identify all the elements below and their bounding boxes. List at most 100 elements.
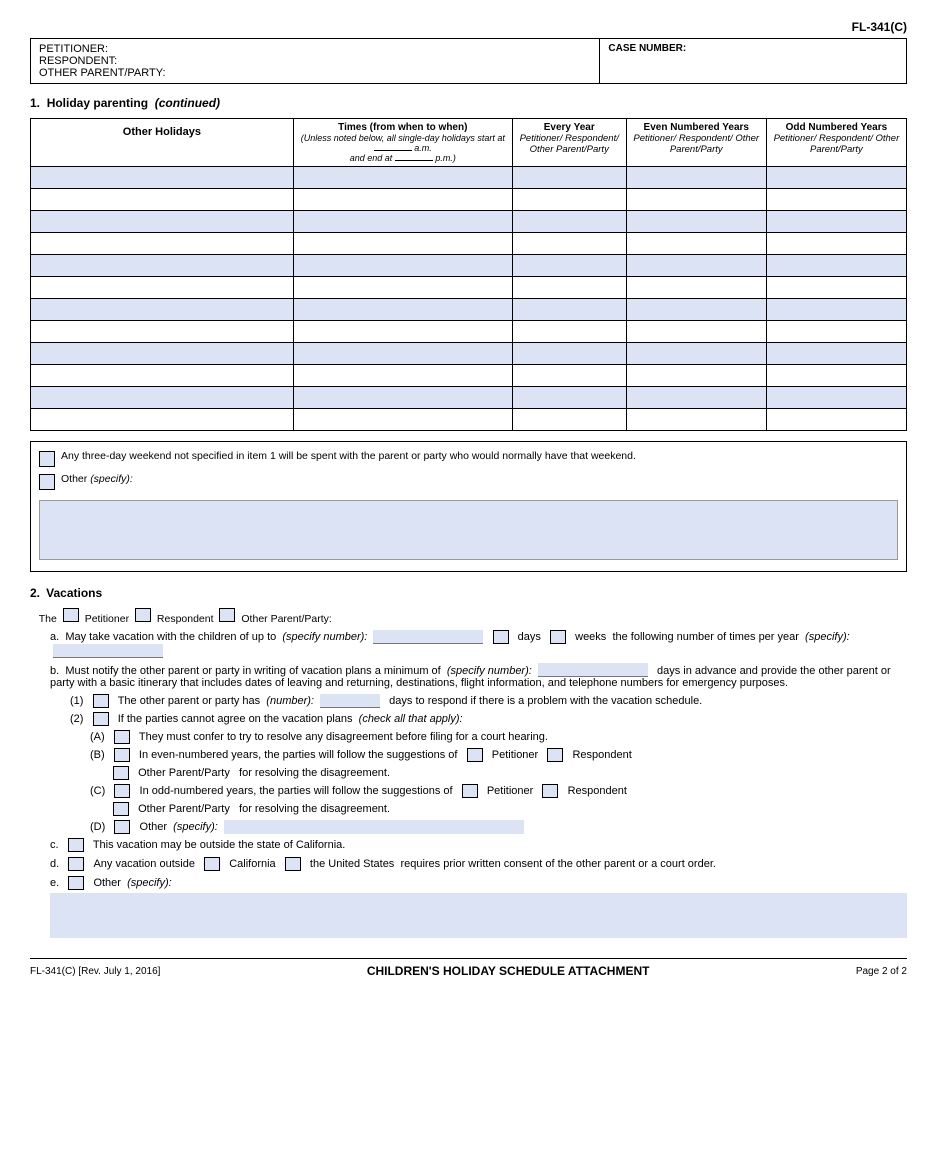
cell-row11-col3[interactable]	[626, 409, 766, 431]
cell-row5-col4[interactable]	[766, 277, 906, 299]
cell-row9-col0[interactable]	[31, 365, 294, 387]
cell-row0-col3[interactable]	[626, 167, 766, 189]
section1-title: 1. Holiday parenting (continued)	[30, 96, 907, 110]
cell-row0-col4[interactable]	[766, 167, 906, 189]
cell-row0-col0[interactable]	[31, 167, 294, 189]
cell-row11-col2[interactable]	[512, 409, 626, 431]
vac-bD-specify-field[interactable]	[224, 820, 524, 834]
section2-title: Vacations	[46, 586, 102, 600]
cell-row1-col0[interactable]	[31, 189, 294, 211]
petitioner-label: PETITIONER:	[39, 43, 591, 55]
cell-row7-col4[interactable]	[766, 321, 906, 343]
cell-row1-col3[interactable]	[626, 189, 766, 211]
cell-row4-col4[interactable]	[766, 255, 906, 277]
cell-row0-col2[interactable]	[512, 167, 626, 189]
cell-row3-col0[interactable]	[31, 233, 294, 255]
cell-row1-col2[interactable]	[512, 189, 626, 211]
cell-row5-col3[interactable]	[626, 277, 766, 299]
checkbox-bC-other[interactable]	[113, 802, 129, 816]
cell-row2-col4[interactable]	[766, 211, 906, 233]
cell-row2-col1[interactable]	[293, 211, 512, 233]
checkbox-bA[interactable]	[114, 730, 130, 744]
cell-row3-col1[interactable]	[293, 233, 512, 255]
cell-row6-col1[interactable]	[293, 299, 512, 321]
cell-row9-col3[interactable]	[626, 365, 766, 387]
checkbox-bC[interactable]	[114, 784, 130, 798]
vac-a-number-field[interactable]	[373, 630, 483, 644]
cell-row11-col1[interactable]	[293, 409, 512, 431]
vac-e-specify-field[interactable]	[50, 893, 907, 938]
cell-row7-col2[interactable]	[512, 321, 626, 343]
cell-row10-col4[interactable]	[766, 387, 906, 409]
cell-row8-col2[interactable]	[512, 343, 626, 365]
checkbox-e[interactable]	[68, 876, 84, 890]
other-specify-textarea[interactable]	[39, 500, 898, 560]
cell-row6-col2[interactable]	[512, 299, 626, 321]
checkbox-d-california[interactable]	[204, 857, 220, 871]
cell-row5-col0[interactable]	[31, 277, 294, 299]
checkbox-bD[interactable]	[114, 820, 130, 834]
checkbox-petitioner[interactable]	[63, 608, 79, 622]
cell-row3-col3[interactable]	[626, 233, 766, 255]
cell-row4-col1[interactable]	[293, 255, 512, 277]
checkbox-bB-other[interactable]	[113, 766, 129, 780]
checkbox-weeks[interactable]	[550, 630, 566, 644]
cell-row7-col1[interactable]	[293, 321, 512, 343]
checkbox-d[interactable]	[68, 857, 84, 871]
checkbox-bC-respondent[interactable]	[542, 784, 558, 798]
cell-row10-col3[interactable]	[626, 387, 766, 409]
cell-row9-col4[interactable]	[766, 365, 906, 387]
cell-row1-col1[interactable]	[293, 189, 512, 211]
checkbox-other-parent[interactable]	[219, 608, 235, 622]
cell-row1-col4[interactable]	[766, 189, 906, 211]
cell-row0-col1[interactable]	[293, 167, 512, 189]
checkbox-b1[interactable]	[93, 694, 109, 708]
table-row	[31, 387, 907, 409]
checkbox-b2[interactable]	[93, 712, 109, 726]
cell-row6-col4[interactable]	[766, 299, 906, 321]
cell-row2-col3[interactable]	[626, 211, 766, 233]
vac-b1-number-field[interactable]	[320, 694, 380, 708]
cell-row3-col4[interactable]	[766, 233, 906, 255]
cell-row8-col1[interactable]	[293, 343, 512, 365]
cell-row9-col2[interactable]	[512, 365, 626, 387]
cell-row11-col0[interactable]	[31, 409, 294, 431]
cell-row8-col0[interactable]	[31, 343, 294, 365]
vac-b-number-field[interactable]	[538, 663, 648, 677]
cell-row4-col2[interactable]	[512, 255, 626, 277]
cell-row8-col3[interactable]	[626, 343, 766, 365]
cell-row2-col0[interactable]	[31, 211, 294, 233]
checkbox2[interactable]	[39, 474, 55, 490]
footer-form-rev: FL-341(C) [Rev. July 1, 2016]	[30, 966, 160, 977]
cell-row4-col0[interactable]	[31, 255, 294, 277]
vac-bA-text: They must confer to try to resolve any d…	[139, 731, 548, 743]
cell-row7-col0[interactable]	[31, 321, 294, 343]
vac-a-specify-field[interactable]	[53, 644, 163, 658]
cell-row2-col2[interactable]	[512, 211, 626, 233]
cell-row11-col4[interactable]	[766, 409, 906, 431]
checkbox-respondent[interactable]	[135, 608, 151, 622]
cell-row5-col2[interactable]	[512, 277, 626, 299]
cell-row6-col0[interactable]	[31, 299, 294, 321]
cell-row10-col2[interactable]	[512, 387, 626, 409]
cell-row7-col3[interactable]	[626, 321, 766, 343]
checkbox-bB-respondent[interactable]	[547, 748, 563, 762]
cell-row9-col1[interactable]	[293, 365, 512, 387]
cell-row5-col1[interactable]	[293, 277, 512, 299]
checkbox-bB[interactable]	[114, 748, 130, 762]
cell-row6-col3[interactable]	[626, 299, 766, 321]
checkbox-bC-petitioner[interactable]	[462, 784, 478, 798]
checkbox1[interactable]	[39, 451, 55, 467]
checkbox-days[interactable]	[493, 630, 509, 644]
cell-row8-col4[interactable]	[766, 343, 906, 365]
cell-row3-col2[interactable]	[512, 233, 626, 255]
checkbox-bB-petitioner[interactable]	[467, 748, 483, 762]
vac-d-text1: Any vacation outside	[93, 858, 195, 870]
vac-bB-text2: for resolving the disagreement.	[239, 767, 390, 779]
checkbox-c[interactable]	[68, 838, 84, 852]
checkbox-d-us[interactable]	[285, 857, 301, 871]
cell-row10-col1[interactable]	[293, 387, 512, 409]
cell-row4-col3[interactable]	[626, 255, 766, 277]
cell-row10-col0[interactable]	[31, 387, 294, 409]
vac-other-parent-label: Other Parent/Party:	[241, 613, 331, 625]
